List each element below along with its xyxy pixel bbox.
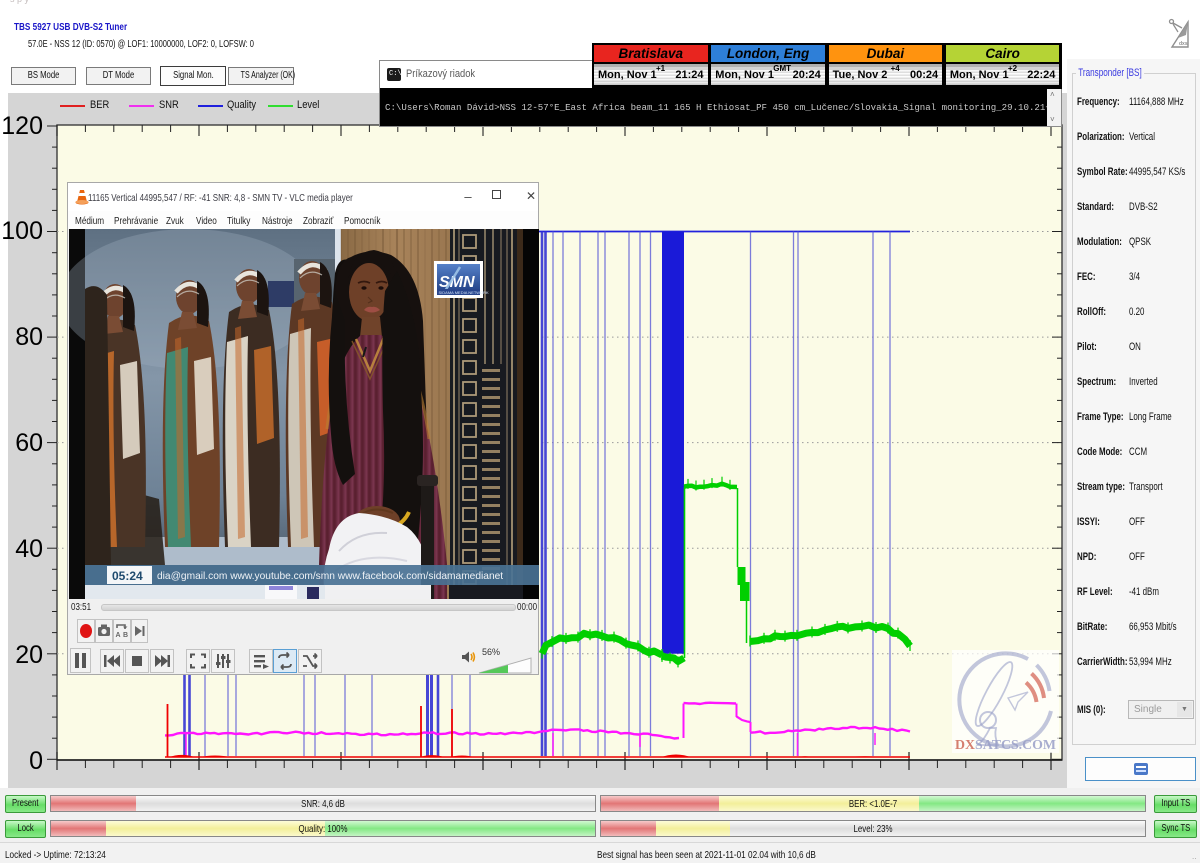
svg-text:SMN: SMN <box>439 274 475 291</box>
svg-text:dxs: dxs <box>1179 41 1188 47</box>
svg-text:dia@gmail.com www.youtube.com: dia@gmail.com www.youtube.com/smn www.fa… <box>157 571 503 582</box>
svg-text:A: A <box>116 632 121 639</box>
svg-text:DXSATCS.COM: DXSATCS.COM <box>955 737 1056 752</box>
svg-text:B: B <box>123 632 128 639</box>
svg-text:05:24: 05:24 <box>112 569 143 583</box>
svg-text:SIDAMA MEDIA NETWORK: SIDAMA MEDIA NETWORK <box>439 290 490 295</box>
